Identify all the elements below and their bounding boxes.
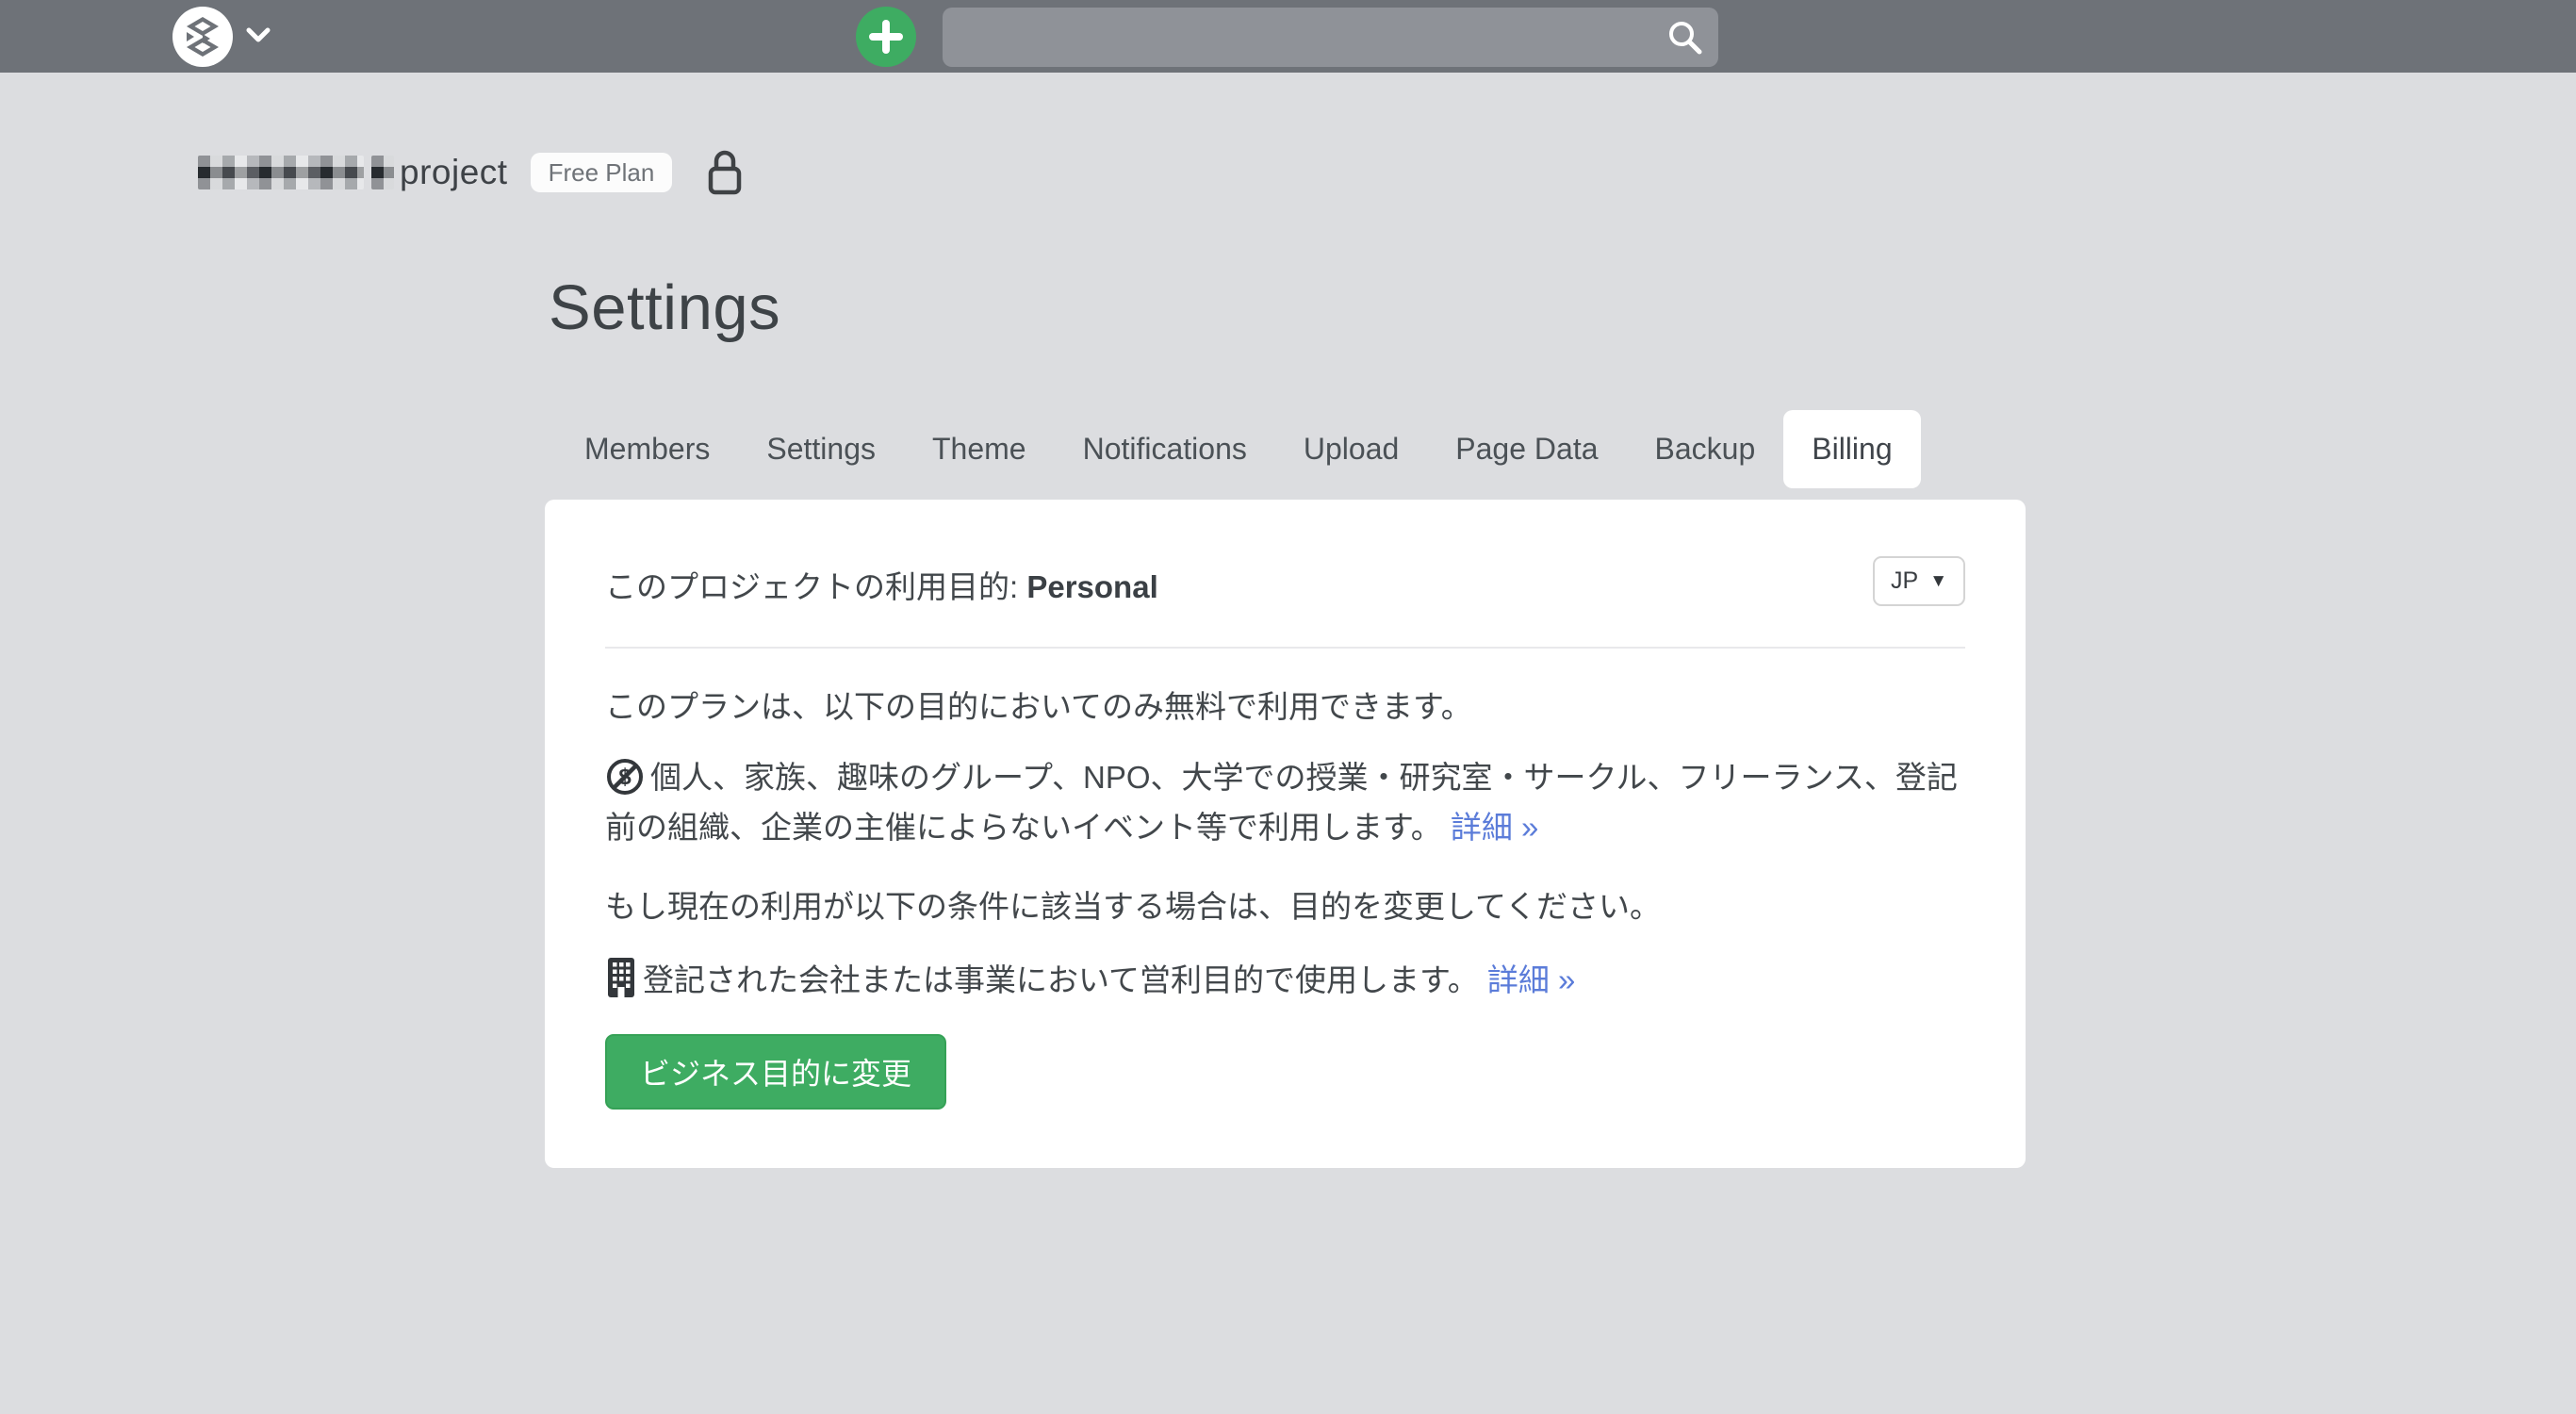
personal-detail-link[interactable]: 詳細 » <box>1451 810 1539 845</box>
scrapbox-logo-glyph <box>181 15 224 58</box>
new-page-button[interactable] <box>856 7 916 67</box>
business-condition-text: 登記された会社または事業において営利目的で使用します。 <box>643 962 1479 997</box>
page-title: Settings <box>549 271 780 344</box>
tab-settings[interactable]: Settings <box>738 410 904 488</box>
settings-tab-bar: Members Settings Theme Notifications Upl… <box>556 410 1921 488</box>
language-selector[interactable]: JP ▼ <box>1873 556 1965 606</box>
tab-billing[interactable]: Billing <box>1783 410 1920 488</box>
tab-notifications[interactable]: Notifications <box>1055 410 1275 488</box>
search-bar[interactable] <box>943 8 1718 67</box>
chevron-down-icon <box>246 26 271 48</box>
plan-intro-text: このプランは、以下の目的においてのみ無料で利用できます。 <box>605 686 1965 729</box>
tab-page-data[interactable]: Page Data <box>1427 410 1626 488</box>
redacted-project-name <box>198 156 364 189</box>
purpose-row: このプロジェクトの利用目的: Personal JP ▼ <box>605 556 1965 607</box>
business-detail-link[interactable]: 詳細 » <box>1487 962 1576 997</box>
scrapbox-logo-icon[interactable] <box>172 7 233 67</box>
lock-icon <box>704 149 746 196</box>
no-money-icon: $ <box>605 757 645 807</box>
project-title[interactable]: project <box>400 153 508 192</box>
billing-panel: このプロジェクトの利用目的: Personal JP ▼ このプランは、以下の目… <box>545 500 2026 1168</box>
personal-use-condition: $ 個人、家族、趣味のグループ、NPO、大学での授業・研究室・サークル、フリーラ… <box>605 757 1965 848</box>
search-submit-button[interactable] <box>1652 8 1718 67</box>
divider <box>605 647 1965 649</box>
tab-members[interactable]: Members <box>556 410 738 488</box>
purpose-value: Personal <box>1026 569 1157 604</box>
caret-down-icon: ▼ <box>1929 571 1947 592</box>
purpose-label: このプロジェクトの利用目的: <box>605 569 1026 604</box>
project-switcher[interactable] <box>172 7 271 67</box>
office-building-icon <box>605 956 637 1010</box>
tab-upload[interactable]: Upload <box>1275 410 1427 488</box>
business-use-condition: 登記された会社または事業において営利目的で使用します。 詳細 » <box>605 956 1965 1010</box>
change-notice-text: もし現在の利用が以下の条件に該当する場合は、目的を変更してください。 <box>605 886 1965 929</box>
project-header: project Free Plan <box>198 149 746 196</box>
search-icon <box>1665 18 1705 58</box>
plan-badge: Free Plan <box>531 153 673 192</box>
language-selected-value: JP <box>1891 567 1918 595</box>
plus-icon <box>868 19 904 55</box>
change-to-business-button[interactable]: ビジネス目的に変更 <box>605 1034 946 1110</box>
personal-condition-text: 個人、家族、趣味のグループ、NPO、大学での授業・研究室・サークル、フリーランス… <box>605 760 1958 845</box>
top-navigation-bar <box>0 0 2576 73</box>
tab-theme[interactable]: Theme <box>904 410 1055 488</box>
tab-backup[interactable]: Backup <box>1627 410 1784 488</box>
project-purpose-text: このプロジェクトの利用目的: Personal <box>605 556 1158 607</box>
search-input[interactable] <box>943 8 1652 67</box>
redacted-project-name <box>371 156 394 189</box>
